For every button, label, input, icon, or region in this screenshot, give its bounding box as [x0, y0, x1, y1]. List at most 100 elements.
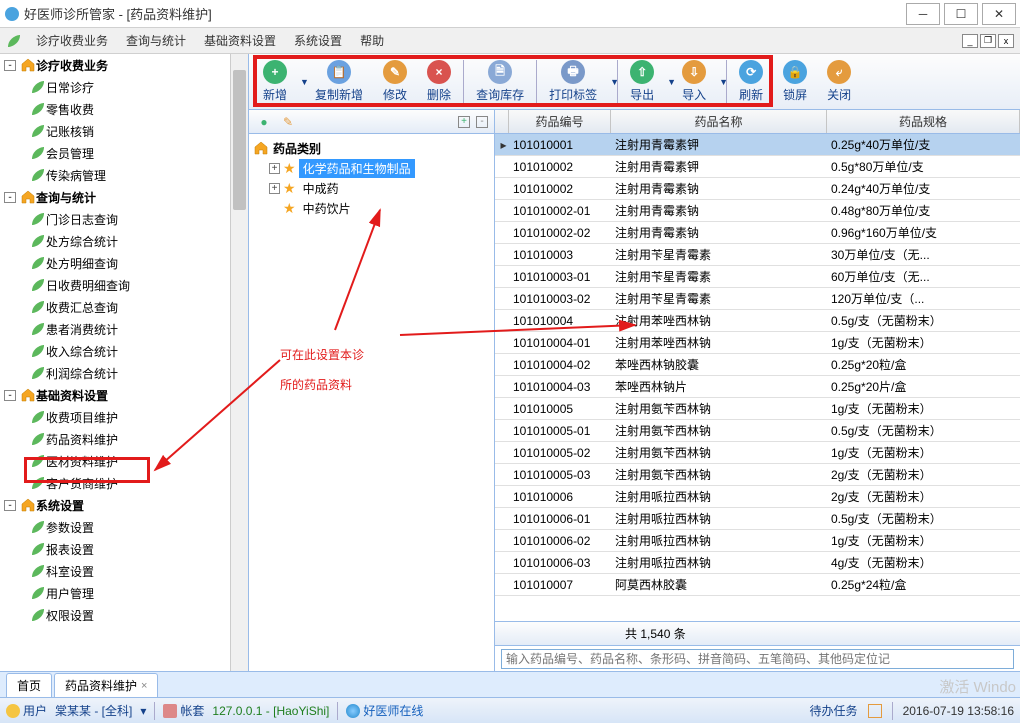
toolbar-print-dropdown[interactable]: ▼ — [607, 77, 615, 87]
table-row[interactable]: 101010005-01注射用氨苄西林钠0.5g/支（无菌粉末） — [495, 420, 1020, 442]
nav-item[interactable]: 日常诊疗 — [0, 76, 247, 98]
nav-group[interactable]: -诊疗收费业务 — [0, 54, 247, 76]
toolbar-import-button[interactable]: ⇩导入 — [672, 56, 716, 108]
tab[interactable]: 首页 — [6, 673, 52, 697]
maximize-button[interactable]: ☐ — [944, 3, 978, 25]
toolbar-stock-button[interactable]: 🗎查询库存 — [466, 56, 534, 108]
nav-item[interactable]: 医材资料维护 — [0, 450, 247, 472]
menu-item[interactable]: 系统设置 — [286, 29, 350, 52]
table-row[interactable]: 101010003注射用苄星青霉素30万单位/支（无... — [495, 244, 1020, 266]
menu-item[interactable]: 帮助 — [352, 29, 392, 52]
toolbar-add-dropdown[interactable]: ▼ — [297, 77, 305, 87]
grid-header-name[interactable]: 药品名称 — [611, 110, 827, 133]
table-row[interactable]: 101010004-03苯唑西林钠片0.25g*20片/盒 — [495, 376, 1020, 398]
grid-header-spec[interactable]: 药品规格 — [827, 110, 1020, 133]
table-row[interactable]: 101010004-02苯唑西林钠胶囊0.25g*20粒/盒 — [495, 354, 1020, 376]
tab[interactable]: 药品资料维护× — [54, 673, 158, 697]
table-row[interactable]: 101010002注射用青霉素钠0.24g*40万单位/支 — [495, 178, 1020, 200]
tree-edit-icon[interactable]: ✎ — [279, 113, 297, 131]
grid-body[interactable]: ▸101010001注射用青霉素钾0.25g*40万单位/支101010002注… — [495, 134, 1020, 621]
tree-item[interactable]: ★中药饮片 — [251, 198, 492, 218]
expander-icon[interactable]: + — [269, 163, 280, 174]
table-row[interactable]: 101010006-01注射用哌拉西林钠0.5g/支（无菌粉末） — [495, 508, 1020, 530]
table-row[interactable]: 101010005-02注射用氨苄西林钠1g/支（无菌粉末） — [495, 442, 1020, 464]
nav-item[interactable]: 参数设置 — [0, 516, 247, 538]
expander-icon[interactable]: - — [4, 60, 16, 71]
expander-icon[interactable]: - — [4, 390, 16, 401]
scrollbar-vertical[interactable] — [230, 54, 248, 671]
nav-item[interactable]: 门诊日志查询 — [0, 208, 247, 230]
table-row[interactable]: 101010006-03注射用哌拉西林钠4g/支（无菌粉末） — [495, 552, 1020, 574]
expander-icon[interactable]: + — [269, 183, 280, 194]
nav-item[interactable]: 处方综合统计 — [0, 230, 247, 252]
category-tree[interactable]: 药品类别+★化学药品和生物制品+★中成药★中药饮片 — [249, 134, 494, 671]
tree-expand-all-icon[interactable]: + — [458, 116, 470, 128]
table-row[interactable]: 101010003-02注射用苄星青霉素120万单位/支（... — [495, 288, 1020, 310]
toolbar-close-button[interactable]: ⤶关闭 — [817, 56, 861, 108]
toolbar-add-button[interactable]: +新增 — [253, 56, 297, 108]
status-todo[interactable]: 待办任务 — [810, 702, 858, 719]
toolbar-edit-button[interactable]: ✎修改 — [373, 56, 417, 108]
minimize-button[interactable]: ─ — [906, 3, 940, 25]
table-row[interactable]: 101010002注射用青霉素钾0.5g*80万单位/支 — [495, 156, 1020, 178]
nav-group[interactable]: -基础资料设置 — [0, 384, 247, 406]
tree-root[interactable]: 药品类别 — [251, 138, 492, 158]
toolbar-refresh-button[interactable]: ⟳刷新 — [729, 56, 773, 108]
tree-item[interactable]: +★中成药 — [251, 178, 492, 198]
table-row[interactable]: 101010005-03注射用氨苄西林钠2g/支（无菌粉末） — [495, 464, 1020, 486]
nav-item[interactable]: 零售收费 — [0, 98, 247, 120]
nav-item[interactable]: 日收费明细查询 — [0, 274, 247, 296]
expander-icon[interactable]: - — [4, 192, 16, 203]
nav-item[interactable]: 会员管理 — [0, 142, 247, 164]
toolbar-lock-button[interactable]: 🔒锁屏 — [773, 56, 817, 108]
nav-group[interactable]: -查询与统计 — [0, 186, 247, 208]
table-row[interactable]: 101010006-02注射用哌拉西林钠1g/支（无菌粉末） — [495, 530, 1020, 552]
menu-item[interactable]: 诊疗收费业务 — [28, 29, 116, 52]
expander-icon[interactable]: - — [4, 500, 16, 511]
tree-item[interactable]: +★化学药品和生物制品 — [251, 158, 492, 178]
status-user[interactable]: 用户 — [6, 702, 47, 719]
nav-group[interactable]: -系统设置 — [0, 494, 247, 516]
nav-item[interactable]: 处方明细查询 — [0, 252, 247, 274]
tree-add-icon[interactable]: ● — [255, 113, 273, 131]
nav-item[interactable]: 利润综合统计 — [0, 362, 247, 384]
nav-item[interactable]: 药品资料维护 — [0, 428, 247, 450]
nav-item[interactable]: 收费汇总查询 — [0, 296, 247, 318]
table-row[interactable]: 101010004-01注射用苯唑西林钠1g/支（无菌粉末） — [495, 332, 1020, 354]
menu-item[interactable]: 查询与统计 — [118, 29, 194, 52]
nav-tree[interactable]: -诊疗收费业务日常诊疗零售收费记账核销会员管理传染病管理-查询与统计门诊日志查询… — [0, 54, 247, 671]
mdi-minimize-button[interactable]: _ — [962, 34, 978, 48]
nav-item[interactable]: 收入综合统计 — [0, 340, 247, 362]
status-book[interactable]: 帐套 — [163, 702, 204, 719]
nav-item[interactable]: 用户管理 — [0, 582, 247, 604]
nav-item[interactable]: 报表设置 — [0, 538, 247, 560]
nav-item[interactable]: 患者消费统计 — [0, 318, 247, 340]
status-online[interactable]: 好医师在线 — [346, 702, 423, 719]
table-row[interactable]: 101010002-02注射用青霉素钠0.96g*160万单位/支 — [495, 222, 1020, 244]
scrollbar-thumb[interactable] — [233, 70, 246, 210]
nav-item[interactable]: 权限设置 — [0, 604, 247, 626]
toolbar-import-dropdown[interactable]: ▼ — [716, 77, 724, 87]
nav-item[interactable]: 客户货商维护 — [0, 472, 247, 494]
toolbar-export-button[interactable]: ⇧导出 — [620, 56, 664, 108]
table-row[interactable]: 101010003-01注射用苄星青霉素60万单位/支（无... — [495, 266, 1020, 288]
nav-item[interactable]: 收费项目维护 — [0, 406, 247, 428]
table-row[interactable]: 101010005注射用氨苄西林钠1g/支（无菌粉末） — [495, 398, 1020, 420]
table-row[interactable]: 101010006注射用哌拉西林钠2g/支（无菌粉末） — [495, 486, 1020, 508]
toolbar-print-button[interactable]: 🖶打印标签 — [539, 56, 607, 108]
tree-collapse-all-icon[interactable]: - — [476, 116, 488, 128]
nav-item[interactable]: 传染病管理 — [0, 164, 247, 186]
nav-item[interactable]: 记账核销 — [0, 120, 247, 142]
close-window-button[interactable]: ✕ — [982, 3, 1016, 25]
toolbar-export-dropdown[interactable]: ▼ — [664, 77, 672, 87]
table-row[interactable]: 101010004注射用苯唑西林钠0.5g/支（无菌粉末） — [495, 310, 1020, 332]
table-row[interactable]: 101010002-01注射用青霉素钠0.48g*80万单位/支 — [495, 200, 1020, 222]
table-row[interactable]: ▸101010001注射用青霉素钾0.25g*40万单位/支 — [495, 134, 1020, 156]
toolbar-del-button[interactable]: ×删除 — [417, 56, 461, 108]
tab-close-icon[interactable]: × — [141, 680, 147, 692]
menu-item[interactable]: 基础资料设置 — [196, 29, 284, 52]
grid-header-code[interactable]: 药品编号 — [509, 110, 611, 133]
search-input[interactable] — [501, 649, 1014, 669]
mdi-close-button[interactable]: x — [998, 34, 1014, 48]
nav-item[interactable]: 科室设置 — [0, 560, 247, 582]
